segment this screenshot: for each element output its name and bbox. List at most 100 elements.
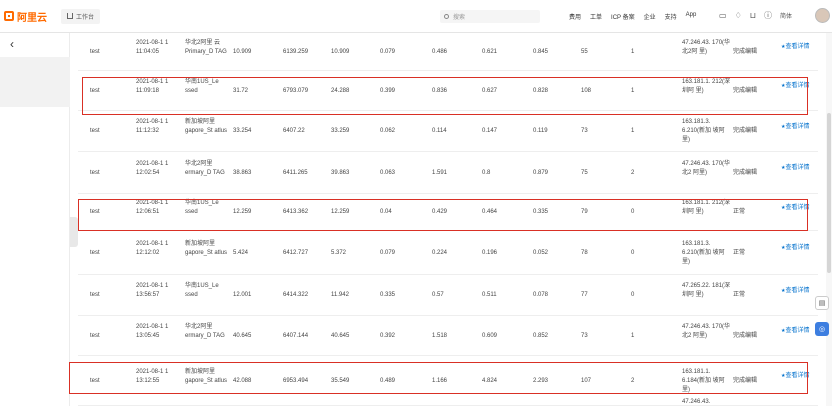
cell-status: 正常 bbox=[733, 249, 746, 256]
brand-name: 阿里云 bbox=[17, 12, 47, 24]
cell-v5: 0.57 bbox=[432, 292, 444, 298]
view-details-link[interactable]: ★查看详情 bbox=[781, 204, 811, 213]
cell-v1: 5.424 bbox=[233, 249, 249, 256]
cell-v2: 6953.494 bbox=[283, 377, 309, 384]
cell-v4: 0.489 bbox=[380, 377, 396, 384]
avatar[interactable] bbox=[815, 8, 830, 23]
cell-name: test bbox=[90, 332, 100, 339]
cell-time: 2021-08-1 1 13:05:45 bbox=[136, 323, 169, 339]
view-details-link[interactable]: ★查看详情 bbox=[781, 244, 811, 253]
cell-v1: 42.088 bbox=[233, 377, 252, 384]
view-details-link[interactable]: ★查看详情 bbox=[781, 43, 811, 52]
view-details-link[interactable]: ★查看详情 bbox=[781, 82, 811, 91]
view-details-link[interactable]: ★查看详情 bbox=[781, 123, 811, 132]
cell-v2: 6414.322 bbox=[283, 292, 309, 298]
workspace-label: 工作台 bbox=[76, 14, 95, 21]
view-details-link[interactable]: ★查看详情 bbox=[781, 372, 811, 381]
cell-v2: 6412.727 bbox=[283, 249, 309, 256]
cell-name: test bbox=[90, 128, 100, 134]
cell-v7: 0.828 bbox=[533, 87, 549, 94]
cell-ip: 47.265.22. 181(深圳阿 里) bbox=[682, 283, 731, 298]
nav-tickets[interactable]: 工单 bbox=[590, 12, 602, 21]
bell-icon[interactable]: ♢ bbox=[735, 11, 742, 20]
cell-v5: 0.224 bbox=[432, 249, 448, 256]
cell-name: test bbox=[90, 169, 100, 176]
cell-v7: 0.879 bbox=[533, 169, 549, 176]
cell-status: 完成编辑 bbox=[733, 128, 758, 134]
cell-time: 2021-08-1 1 13:12:55 bbox=[136, 368, 169, 384]
cell-region: 华南1US_Le ssed bbox=[185, 78, 219, 94]
cell-v7: 0.335 bbox=[533, 209, 549, 215]
cell-v4: 0.392 bbox=[380, 332, 396, 339]
cell-ip: 163.181.1. 212(深圳阿 里) bbox=[682, 200, 731, 215]
cell-v3: 39.863 bbox=[331, 169, 350, 176]
nav-enterprise[interactable]: 企业 bbox=[644, 12, 656, 21]
sidebar: ‹ bbox=[0, 33, 70, 406]
scrollbar[interactable] bbox=[826, 33, 832, 406]
view-details-link[interactable]: ★查看详情 bbox=[781, 287, 811, 296]
cell-ip: 47.246.43. 170(华北2 阿里) bbox=[682, 323, 731, 339]
cell-name: test bbox=[90, 48, 100, 55]
cell-v8: 55 bbox=[581, 48, 588, 55]
cell-v2: 6793.079 bbox=[283, 87, 309, 94]
cell-v3: 33.259 bbox=[331, 128, 350, 134]
feedback-icon[interactable]: ▤ bbox=[815, 296, 829, 310]
cell-v5: 0.836 bbox=[432, 87, 448, 94]
cell-v5: 0.429 bbox=[432, 209, 448, 215]
cell-v9: 2 bbox=[631, 169, 635, 176]
view-details-label: 查看详情 bbox=[785, 287, 810, 294]
cell-v1: 10.909 bbox=[233, 48, 252, 55]
cell-status: 完成编辑 bbox=[733, 48, 758, 55]
cell-v7: 0.845 bbox=[533, 48, 549, 55]
search-placeholder: 搜索 bbox=[453, 15, 466, 21]
cell-v8: 79 bbox=[581, 209, 588, 215]
top-nav-links: 费用 工单 ICP 备案 企业 支持 App bbox=[569, 12, 705, 21]
workspace-button[interactable]: 工作台 bbox=[61, 8, 101, 24]
cell-status: 完成编辑 bbox=[733, 377, 758, 384]
cell-v1: 38.863 bbox=[233, 169, 252, 176]
cell-v2: 6407.144 bbox=[283, 332, 309, 339]
terminal-icon[interactable]: ▭ bbox=[719, 11, 727, 20]
back-arrow-icon[interactable]: ‹ bbox=[10, 37, 14, 51]
assistant-icon[interactable]: ◎ bbox=[815, 322, 829, 336]
cell-v9: 0 bbox=[631, 209, 635, 215]
view-details-label: 查看详情 bbox=[785, 165, 810, 171]
sidebar-collapse-handle[interactable] bbox=[70, 217, 78, 247]
cart-icon[interactable]: ⊔ bbox=[750, 11, 756, 20]
cell-ip: 47.246.43. 170(华北2 阿里) bbox=[682, 160, 731, 176]
nav-app[interactable]: App bbox=[686, 12, 697, 21]
cell-v3: 11.942 bbox=[331, 292, 349, 298]
cell-v9: 1 bbox=[631, 87, 635, 94]
brand-logo[interactable]: 阿里云 bbox=[4, 9, 47, 24]
language-switch[interactable]: 简体 bbox=[780, 11, 792, 20]
nav-billing[interactable]: 费用 bbox=[569, 12, 581, 21]
cell-v8: 78 bbox=[581, 249, 588, 256]
help-icon[interactable]: ⓘ bbox=[764, 10, 772, 21]
scrollbar-thumb[interactable] bbox=[827, 113, 831, 273]
cell-v9: 0 bbox=[631, 292, 635, 298]
cell-region: 华南1US_Le ssed bbox=[185, 200, 219, 215]
cell-v8: 108 bbox=[581, 87, 592, 94]
cell-v4: 0.04 bbox=[380, 209, 392, 215]
view-details-link[interactable]: ★查看详情 bbox=[781, 327, 811, 336]
view-details-label: 查看详情 bbox=[785, 123, 810, 130]
cell-region: 华北2阿里 ermary_D TAG bbox=[185, 323, 225, 339]
view-details-link[interactable]: ★查看详情 bbox=[781, 164, 811, 173]
nav-support[interactable]: 支持 bbox=[665, 12, 677, 21]
cell-v3: 24.288 bbox=[331, 87, 350, 94]
search-input[interactable]: 搜索 bbox=[440, 10, 540, 23]
cell-v8: 107 bbox=[581, 377, 592, 384]
cell-ip: 47.246.43. 170(华北2阿 里) bbox=[682, 39, 731, 55]
nav-icp[interactable]: ICP 备案 bbox=[611, 12, 635, 21]
cell-v4: 0.079 bbox=[380, 48, 396, 55]
cell-v3: 5.372 bbox=[331, 249, 347, 256]
cell-v1: 12.001 bbox=[233, 292, 252, 298]
cell-v6: 0.8 bbox=[482, 169, 491, 176]
sidebar-selected-item[interactable] bbox=[0, 57, 70, 107]
cell-v4: 0.062 bbox=[380, 128, 396, 134]
cell-name: test bbox=[90, 87, 100, 94]
cell-v7: 0.052 bbox=[533, 249, 549, 256]
cell-time: 2021-08-1 1 12:06:51 bbox=[136, 200, 169, 215]
cell-v6: 0.196 bbox=[482, 249, 498, 256]
cell-v4: 0.079 bbox=[380, 249, 396, 256]
